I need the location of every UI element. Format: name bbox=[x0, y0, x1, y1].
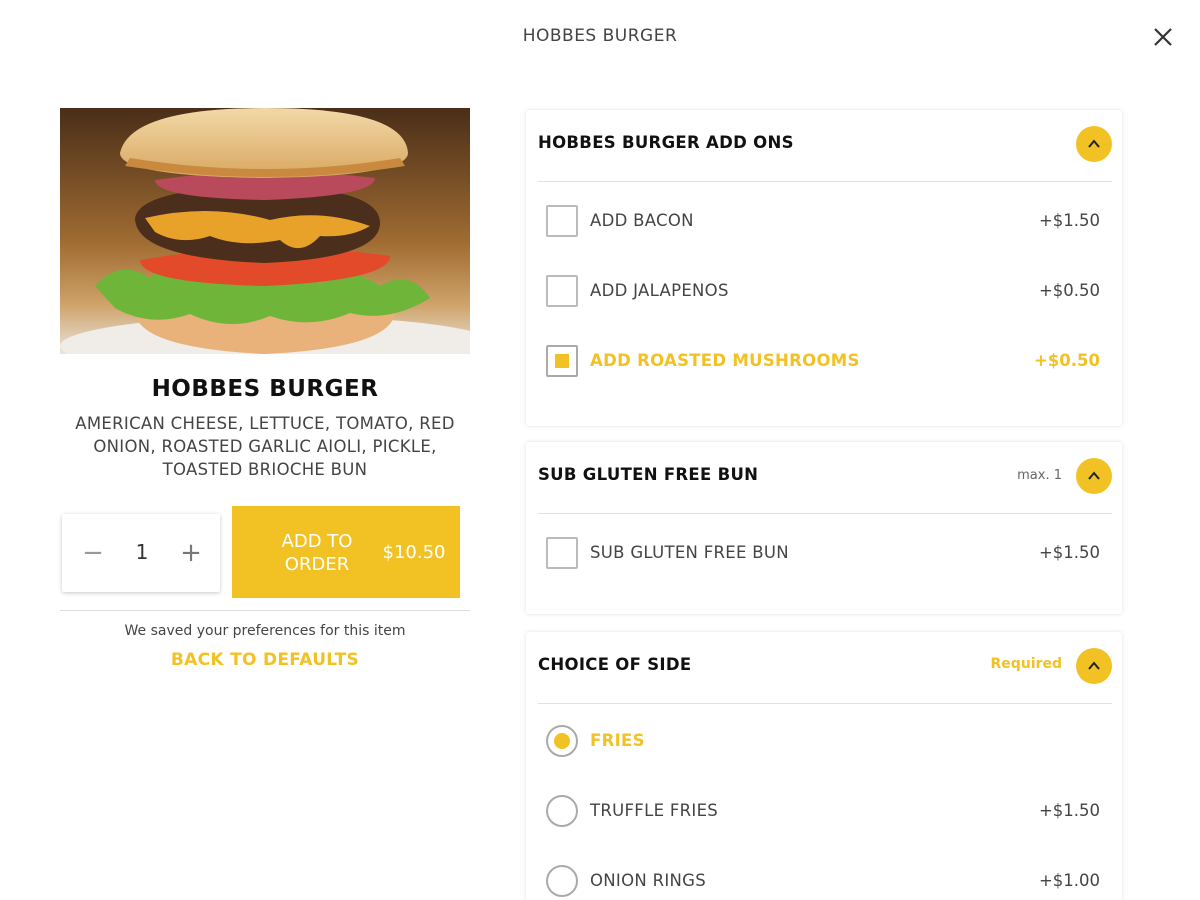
add-to-order-price: $10.50 bbox=[382, 542, 446, 563]
back-to-defaults-link[interactable]: BACK TO DEFAULTS bbox=[60, 650, 470, 670]
section-add-ons: HOBBES BURGER ADD ONS ADD BACON +$1.50 A… bbox=[526, 110, 1122, 426]
section-header: SUB GLUTEN FREE BUN max. 1 bbox=[538, 442, 1112, 514]
section-header: CHOICE OF SIDE Required bbox=[538, 632, 1112, 704]
option-price: +$1.00 bbox=[1038, 871, 1100, 890]
option-label: SUB GLUTEN FREE BUN bbox=[590, 543, 789, 562]
section-header: HOBBES BURGER ADD ONS bbox=[538, 110, 1112, 182]
chevron-up-icon bbox=[1088, 139, 1100, 148]
checkbox[interactable] bbox=[546, 537, 578, 569]
option-add-bacon[interactable]: ADD BACON +$1.50 bbox=[546, 198, 1100, 244]
add-to-order-button[interactable]: ADD TO ORDER $10.50 bbox=[232, 506, 460, 598]
section-title: HOBBES BURGER ADD ONS bbox=[538, 133, 794, 152]
option-price: +$0.50 bbox=[1038, 281, 1100, 300]
modal-title: HOBBES BURGER bbox=[522, 26, 678, 46]
collapse-button[interactable] bbox=[1076, 458, 1112, 494]
order-controls: − 1 + ADD TO ORDER $10.50 bbox=[60, 506, 470, 598]
section-title: SUB GLUTEN FREE BUN bbox=[538, 465, 759, 484]
close-button[interactable] bbox=[1148, 22, 1178, 52]
saved-preferences-note: We saved your preferences for this item bbox=[124, 623, 406, 639]
option-label: ADD JALAPENOS bbox=[590, 281, 729, 300]
option-truffle-fries[interactable]: TRUFFLE FRIES +$1.50 bbox=[546, 788, 1100, 834]
collapse-button[interactable] bbox=[1076, 126, 1112, 162]
add-to-order-label: ADD TO ORDER bbox=[281, 531, 353, 575]
radio[interactable] bbox=[546, 795, 578, 827]
burger-photo bbox=[60, 108, 470, 354]
required-badge: Required bbox=[990, 656, 1062, 672]
option-add-jalapenos[interactable]: ADD JALAPENOS +$0.50 bbox=[546, 268, 1100, 314]
option-label: FRIES bbox=[590, 731, 645, 750]
close-icon bbox=[1154, 28, 1172, 46]
option-fries[interactable]: FRIES bbox=[546, 718, 1100, 764]
option-price: +$1.50 bbox=[1038, 543, 1100, 562]
option-sub-gluten-free-bun[interactable]: SUB GLUTEN FREE BUN +$1.50 bbox=[546, 530, 1100, 576]
option-price: +$1.50 bbox=[1038, 801, 1100, 820]
option-label: ADD BACON bbox=[590, 211, 694, 230]
divider bbox=[60, 610, 470, 611]
option-label: TRUFFLE FRIES bbox=[590, 801, 719, 820]
checkbox[interactable] bbox=[546, 275, 578, 307]
quantity-value: 1 bbox=[135, 540, 149, 564]
option-label: ADD ROASTED MUSHROOMS bbox=[590, 351, 860, 370]
option-onion-rings[interactable]: ONION RINGS +$1.00 bbox=[546, 858, 1100, 900]
chevron-up-icon bbox=[1088, 661, 1100, 670]
increase-quantity-button[interactable]: + bbox=[172, 534, 210, 572]
quantity-stepper: − 1 + bbox=[62, 514, 220, 592]
option-price: +$1.50 bbox=[1038, 211, 1100, 230]
radio[interactable] bbox=[546, 865, 578, 897]
decrease-quantity-button[interactable]: − bbox=[74, 534, 112, 572]
modal-header: HOBBES BURGER bbox=[0, 0, 1200, 72]
item-description: AMERICAN CHEESE, LETTUCE, TOMATO, RED ON… bbox=[75, 414, 455, 479]
section-gluten-free-bun: SUB GLUTEN FREE BUN max. 1 SUB GLUTEN FR… bbox=[526, 442, 1122, 614]
chevron-up-icon bbox=[1088, 471, 1100, 480]
checkbox[interactable] bbox=[546, 205, 578, 237]
radio-checked[interactable] bbox=[546, 725, 578, 757]
section-title: CHOICE OF SIDE bbox=[538, 655, 692, 674]
section-limit: max. 1 bbox=[1017, 468, 1062, 483]
option-add-roasted-mushrooms[interactable]: ADD ROASTED MUSHROOMS +$0.50 bbox=[546, 338, 1100, 384]
option-price: +$0.50 bbox=[1033, 351, 1100, 370]
section-choice-of-side: CHOICE OF SIDE Required FRIES TRUFFLE FR… bbox=[526, 632, 1122, 900]
collapse-button[interactable] bbox=[1076, 648, 1112, 684]
option-label: ONION RINGS bbox=[590, 871, 707, 890]
item-name: HOBBES BURGER bbox=[151, 376, 379, 402]
item-details: HOBBES BURGER AMERICAN CHEESE, LETTUCE, … bbox=[60, 108, 470, 670]
checkbox-checked[interactable] bbox=[546, 345, 578, 377]
